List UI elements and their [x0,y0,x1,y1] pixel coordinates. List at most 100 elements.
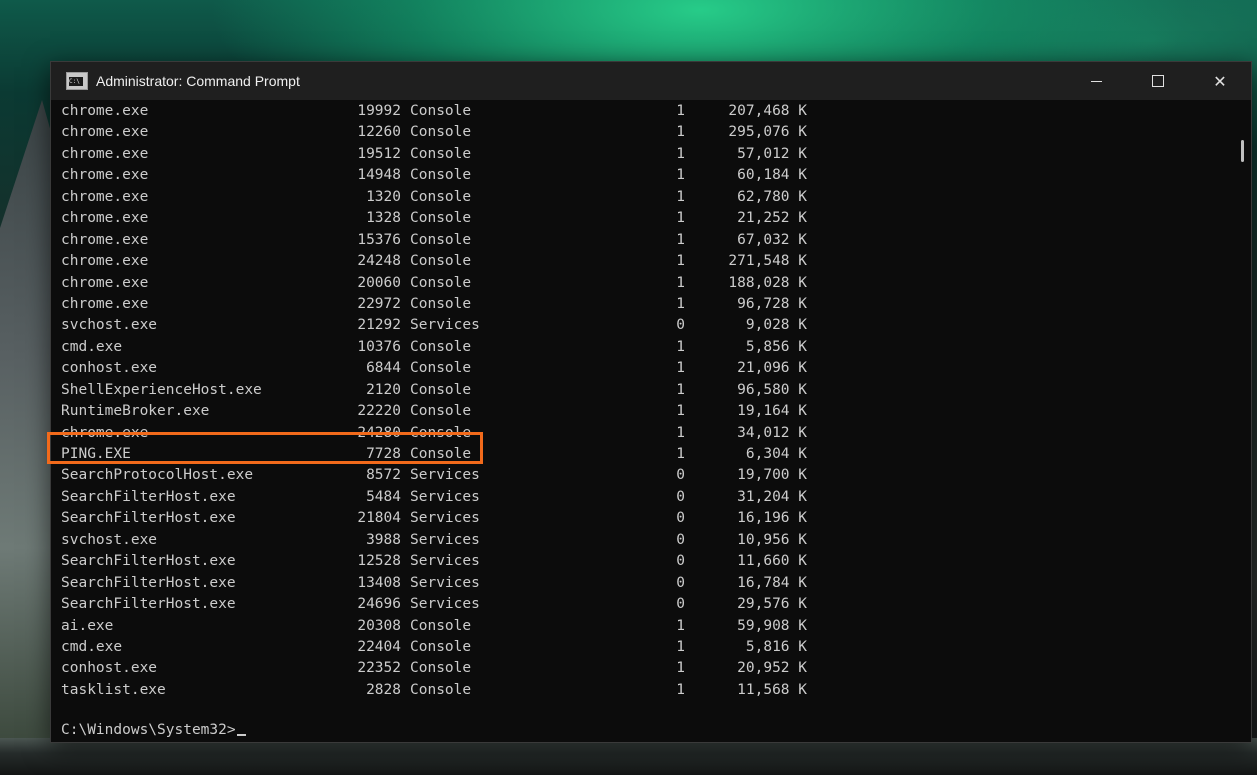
process-name: RuntimeBroker.exe [61,403,210,420]
process-pid: 8572 [366,467,401,484]
process-pid: 21804 [357,510,401,527]
process-memory: 21,252 K [737,210,807,227]
process-name: SearchProtocolHost.exe [61,467,254,484]
process-name: chrome.exe [61,103,149,119]
process-name: chrome.exe [61,253,149,270]
process-pid: 19992 [357,103,401,119]
process-pid: 12260 [357,124,401,141]
process-name: SearchFilterHost.exe [61,574,236,591]
process-name: svchost.exe [61,317,158,334]
process-session-number: 0 [676,531,685,548]
process-name: SearchFilterHost.exe [61,510,236,527]
process-pid: 2120 [366,381,401,398]
process-pid: 14948 [357,167,401,184]
process-session-number: 1 [676,424,685,441]
scrollbar-thumb[interactable] [1241,140,1244,162]
process-name: cmd.exe [61,638,123,655]
process-name: SearchFilterHost.exe [61,553,236,570]
process-name: chrome.exe [61,274,149,291]
process-session: Services [410,596,480,613]
process-name: ai.exe [61,617,114,634]
process-pid: 19512 [357,145,401,162]
command-prompt-window[interactable]: C:\ Administrator: Command Prompt ✕ chro… [50,61,1252,743]
process-session: Console [410,231,472,248]
process-memory: 21,096 K [737,360,807,377]
process-session-number: 0 [676,553,685,570]
process-session-number: 0 [676,467,685,484]
process-name: chrome.exe [61,295,149,312]
process-session-number: 1 [676,167,685,184]
title-bar[interactable]: C:\ Administrator: Command Prompt ✕ [51,62,1251,100]
process-memory: 34,012 K [737,424,807,441]
process-session: Console [410,638,472,655]
process-memory: 207,468 K [728,103,807,119]
process-memory: 96,580 K [737,381,807,398]
console-output[interactable]: chrome.exe 19992 Console 1 207,468 K chrome.e… [51,100,1234,742]
process-session-number: 1 [676,274,685,291]
process-memory: 295,076 K [728,124,807,141]
process-memory: 67,032 K [737,231,807,248]
close-icon: ✕ [1213,71,1227,91]
window-title: Administrator: Command Prompt [96,73,300,89]
process-memory: 5,856 K [745,338,807,355]
process-memory: 11,568 K [737,681,807,698]
process-memory: 16,196 K [737,510,807,527]
process-session: Console [410,360,472,377]
process-pid: 22404 [357,638,401,655]
process-session-number: 1 [676,188,685,205]
process-pid: 10376 [357,338,401,355]
process-pid: 5484 [366,488,401,505]
process-session: Services [410,317,480,334]
process-session: Console [410,103,472,119]
process-pid: 24248 [357,253,401,270]
process-name: cmd.exe [61,338,123,355]
process-memory: 29,576 K [737,596,807,613]
process-pid: 20060 [357,274,401,291]
process-session: Console [410,681,472,698]
process-memory: 60,184 K [737,167,807,184]
process-session-number: 1 [676,381,685,398]
close-button[interactable]: ✕ [1189,62,1251,100]
process-pid: 15376 [357,231,401,248]
process-session-number: 0 [676,488,685,505]
process-memory: 5,816 K [745,638,807,655]
process-session-number: 1 [676,681,685,698]
process-session-number: 1 [676,103,685,119]
command-prompt-line[interactable]: C:\Windows\System32> [61,720,246,740]
process-memory: 62,780 K [737,188,807,205]
cmd-console-icon: C:\ [66,72,88,90]
process-memory: 11,660 K [737,553,807,570]
minimize-button[interactable] [1065,62,1127,100]
process-name: conhost.exe [61,660,158,677]
process-session-number: 1 [676,295,685,312]
minimize-icon [1090,80,1102,82]
process-memory: 96,728 K [737,295,807,312]
process-session-number: 1 [676,124,685,141]
process-name: ShellExperienceHost.exe [61,381,262,398]
window-controls: ✕ [1065,62,1251,100]
cmd-icon-text: C:\ [69,77,83,86]
process-session: Console [410,381,472,398]
process-session: Console [410,274,472,291]
process-session-number: 1 [676,446,685,462]
process-pid: 12528 [357,553,401,570]
process-memory: 19,164 K [737,403,807,420]
process-session: Console [410,660,472,677]
process-session-number: 1 [676,231,685,248]
process-pid: 22220 [357,403,401,420]
process-pid: 6844 [366,360,401,377]
process-session: Services [410,467,480,484]
maximize-icon [1152,75,1164,87]
process-session: Console [410,167,472,184]
process-pid: 13408 [357,574,401,591]
process-pid: 24696 [357,596,401,613]
process-session-number: 0 [676,596,685,613]
process-memory: 10,956 K [737,531,807,548]
process-memory: 6,304 K [745,446,807,462]
vertical-scrollbar[interactable] [1234,100,1251,742]
process-session-number: 1 [676,617,685,634]
process-memory: 16,784 K [737,574,807,591]
process-session: Console [410,210,472,227]
process-session: Services [410,531,480,548]
maximize-button[interactable] [1127,62,1189,100]
